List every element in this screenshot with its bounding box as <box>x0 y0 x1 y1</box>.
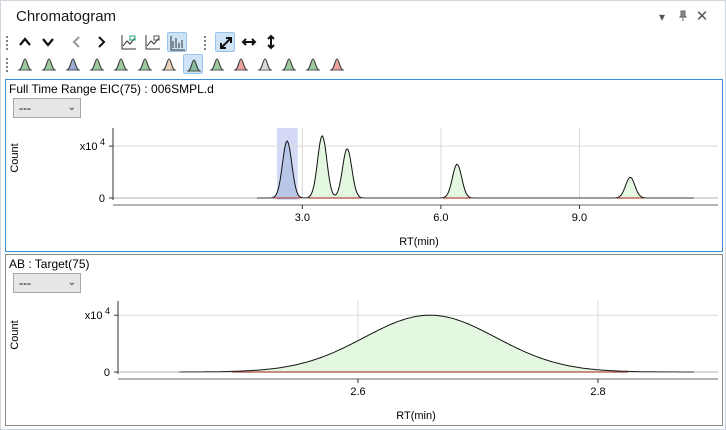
calibrate-icon[interactable] <box>87 54 107 74</box>
previous-icon[interactable] <box>67 32 87 52</box>
chevron-down-icon: ⌄ <box>67 102 76 113</box>
combo-value: --- <box>19 276 31 290</box>
peak-fill <box>333 149 362 198</box>
x-tick-label: 9.0 <box>572 212 587 224</box>
manual-peak-icon[interactable] <box>159 54 179 74</box>
dropdown-icon[interactable]: ▾ <box>655 10 669 24</box>
merge-peak-icon[interactable] <box>279 54 299 74</box>
select-peak-icon[interactable] <box>207 54 227 74</box>
peak-fill <box>443 164 471 198</box>
pin-icon[interactable] <box>676 10 690 24</box>
chart-svg: 3.0 6.0 9.0 0 x10 4 Count RT(min) <box>9 128 718 248</box>
combo-value: --- <box>19 101 31 115</box>
auto-scale-icon[interactable] <box>215 32 235 52</box>
chromatogram-pane-target[interactable]: 2.6 2.8 0 x10 4 Count RT(min) AB : Target(75)… <box>5 254 723 426</box>
integrate-icon[interactable] <box>15 54 35 74</box>
pane-title: Full Time Range EIC(75) : 006SMPL.d <box>9 82 214 96</box>
zero-peak-icon[interactable] <box>303 54 323 74</box>
y-tick-label: 0 <box>104 367 110 379</box>
overlay-alt-icon[interactable] <box>143 32 163 52</box>
y-tick-label: 0 <box>99 193 105 205</box>
fill-peak-icon[interactable] <box>183 54 203 74</box>
y-axis-label: Count <box>9 143 21 172</box>
remove-peak-icon[interactable] <box>327 54 347 74</box>
overlay-icon[interactable] <box>119 32 139 52</box>
integrate-all-icon[interactable] <box>39 54 59 74</box>
close-icon[interactable]: ✕ <box>695 9 709 24</box>
peak-fill <box>232 315 628 372</box>
pane-combo[interactable]: --- ⌄ <box>13 98 81 118</box>
chromatogram-window: Chromatogram ▾ ✕ 3.0 6.0 9.0 0 x10 4 Cou… <box>0 0 726 430</box>
y-exponent-label: x10 4 <box>85 306 110 322</box>
autoscale-y-icon[interactable] <box>261 32 281 52</box>
up-icon[interactable] <box>15 32 35 52</box>
peak-icon[interactable] <box>167 32 187 52</box>
pane-combo[interactable]: --- ⌄ <box>13 273 81 293</box>
peak-fill <box>308 135 337 198</box>
down-icon[interactable] <box>38 32 58 52</box>
x-tick-label: 6.0 <box>433 212 448 224</box>
autoscale-x-icon[interactable] <box>239 32 259 52</box>
split-peak-icon[interactable] <box>255 54 275 74</box>
title-bar: Chromatogram ▾ ✕ <box>1 1 725 31</box>
x-axis-label: RT(min) <box>399 236 439 248</box>
toolbar-integration <box>5 54 365 76</box>
x-tick-label: 2.8 <box>590 386 605 398</box>
chart-svg: 2.6 2.8 0 x10 4 Count RT(min) <box>9 301 718 422</box>
toolbar-grip[interactable] <box>203 35 208 51</box>
baseline-icon[interactable] <box>111 54 131 74</box>
peak-table-icon[interactable] <box>63 54 83 74</box>
y-exponent-label: x10 4 <box>80 137 105 153</box>
toolbar-navigation <box>5 32 305 54</box>
exclude-icon[interactable] <box>135 54 155 74</box>
x-tick-label: 3.0 <box>295 212 310 224</box>
pane-title: AB : Target(75) <box>9 257 90 271</box>
toolbar-grip[interactable] <box>5 57 10 73</box>
x-tick-label: 2.6 <box>350 386 365 398</box>
window-title: Chromatogram <box>16 8 117 25</box>
x-axis-label: RT(min) <box>396 410 436 422</box>
y-axis-label: Count <box>9 320 21 349</box>
chromatogram-pane-full-range[interactable]: 3.0 6.0 9.0 0 x10 4 Count RT(min) Full Time Ra… <box>5 79 723 252</box>
chevron-down-icon: ⌄ <box>67 277 76 288</box>
delete-peak-icon[interactable] <box>231 54 251 74</box>
next-icon[interactable] <box>91 32 111 52</box>
toolbar-grip[interactable] <box>5 35 10 51</box>
